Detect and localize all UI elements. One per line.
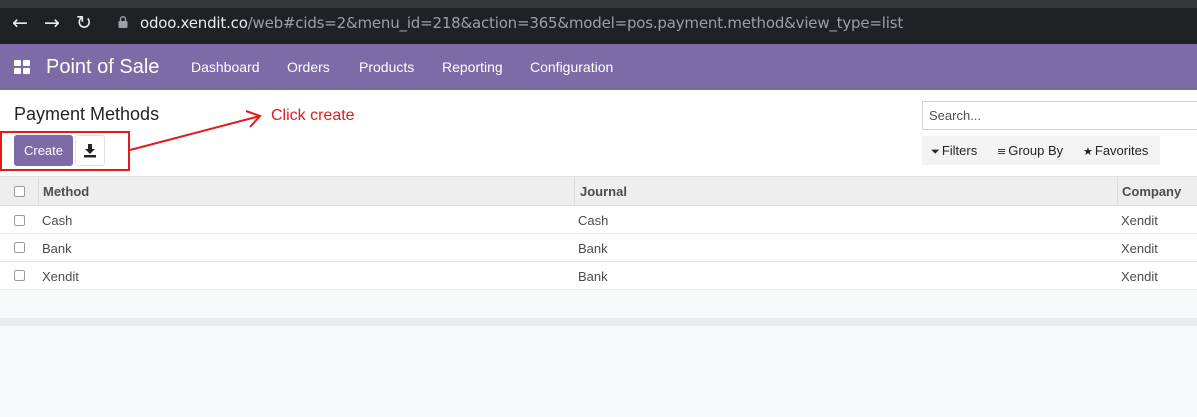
cell-journal: Cash	[578, 213, 609, 228]
cell-journal: Bank	[578, 241, 608, 256]
row-checkbox[interactable]	[14, 242, 25, 253]
list-header: Method Journal Company	[0, 177, 1197, 206]
cell-company: Xendit	[1121, 213, 1158, 228]
search-box	[922, 101, 1197, 130]
url-text[interactable]: odoo.xendit.co/web#cids=2&menu_id=218&ac…	[140, 14, 903, 32]
list-footer-divider	[0, 318, 1197, 326]
cell-method: Xendit	[42, 269, 79, 284]
column-separator	[574, 177, 575, 206]
row-checkbox[interactable]	[14, 215, 25, 226]
search-options-bar: ⏷ Filters ≡ Group By ★ Favorites	[922, 136, 1160, 165]
filters-label: Filters	[941, 143, 978, 158]
filter-icon: ⏷	[931, 145, 940, 158]
cell-method: Bank	[42, 241, 72, 256]
column-company[interactable]: Company	[1122, 184, 1181, 199]
group-by-button[interactable]: ≡ Group By	[997, 143, 1063, 158]
browser-tab-strip	[0, 0, 1197, 8]
cell-method: Cash	[42, 213, 73, 228]
favorites-label: Favorites	[1094, 143, 1149, 158]
menu-configuration[interactable]: Configuration	[530, 59, 613, 75]
payment-methods-list: Method Journal Company Cash Cash Xendit …	[0, 177, 1197, 290]
back-arrow-icon[interactable]: ←	[10, 13, 30, 33]
search-input[interactable]	[929, 108, 1189, 123]
forward-arrow-icon[interactable]: →	[42, 13, 62, 33]
menu-dashboard[interactable]: Dashboard	[191, 59, 260, 75]
filters-button[interactable]: ⏷ Filters	[931, 143, 977, 159]
cell-company: Xendit	[1121, 269, 1158, 284]
browser-toolbar: ← → ↻ odoo.xendit.co/web#cids=2&menu_id=…	[0, 0, 1197, 44]
cell-company: Xendit	[1121, 241, 1158, 256]
cell-journal: Bank	[578, 269, 608, 284]
menu-orders[interactable]: Orders	[287, 59, 330, 75]
url-path: /web#cids=2&menu_id=218&action=365&model…	[247, 14, 904, 32]
group-by-label: Group By	[1008, 143, 1064, 158]
menu-products[interactable]: Products	[359, 59, 414, 75]
annotation-text: Click create	[271, 107, 355, 124]
select-all-checkbox[interactable]	[14, 186, 25, 197]
table-row[interactable]: Cash Cash Xendit	[0, 206, 1197, 234]
column-method[interactable]: Method	[43, 184, 89, 199]
table-row[interactable]: Xendit Bank Xendit	[0, 262, 1197, 290]
empty-content-area	[0, 326, 1197, 417]
lock-icon	[118, 16, 128, 28]
main-navbar: Point of Sale Dashboard Orders Products …	[0, 44, 1197, 90]
app-title[interactable]: Point of Sale	[46, 56, 159, 79]
favorites-button[interactable]: ★ Favorites	[1083, 143, 1148, 158]
apps-menu-icon[interactable]	[14, 60, 30, 74]
column-separator	[38, 177, 39, 206]
annotation-arrow	[129, 110, 262, 151]
reload-icon[interactable]: ↻	[74, 13, 94, 33]
row-checkbox[interactable]	[14, 270, 25, 281]
url-host: odoo.xendit.co	[140, 14, 248, 32]
column-separator	[1117, 177, 1118, 206]
annotation-highlight-box	[0, 131, 130, 171]
menu-reporting[interactable]: Reporting	[442, 59, 503, 75]
column-journal[interactable]: Journal	[580, 184, 627, 199]
table-row[interactable]: Bank Bank Xendit	[0, 234, 1197, 262]
list-icon: ≡	[997, 145, 1007, 158]
star-icon: ★	[1083, 145, 1093, 158]
